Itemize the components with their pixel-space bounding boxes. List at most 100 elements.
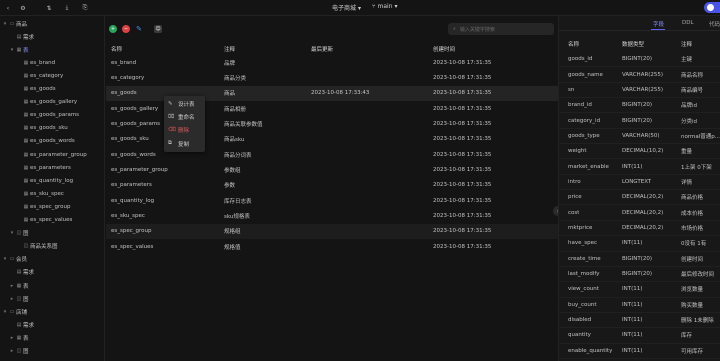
robot-icon[interactable]: ☺ [154, 25, 162, 33]
field-row[interactable]: brand_id BIGINT(20) 品牌id [559, 98, 720, 114]
doc-icon: ▤ [16, 321, 22, 328]
tree-item[interactable]: ▸ ▦ 表 [0, 331, 105, 344]
tab-code[interactable]: 代码 [709, 20, 720, 28]
tree-item[interactable]: ▾ ▭ 会员 [0, 253, 105, 266]
field-row[interactable]: goods_name VARCHAR(255) 商品名称 [559, 67, 720, 83]
tree-item[interactable]: ▸ ▦ 表 [0, 279, 105, 292]
tree-item[interactable]: ▦ es_goods [0, 83, 105, 96]
tree-item[interactable]: ▦ es_goods_words [0, 135, 105, 148]
field-row[interactable]: category_id BIGINT(20) 分类id [559, 113, 720, 129]
cell-comment: 商品sku [224, 137, 245, 144]
field-name: cost [568, 209, 580, 216]
column-header-comment[interactable]: 注释 [224, 42, 235, 55]
tree-item[interactable]: ▦ es_sku_spec [0, 187, 105, 200]
context-menu: ✎ 设计表 ⌧ 重命名 ⌫ 删除 ⧉ 复制 [164, 96, 205, 152]
search-input[interactable]: ⌕ 输入关键字搜索 [448, 23, 554, 35]
cell-name: es_parameter_group [111, 167, 168, 174]
field-name: enable_quantity [568, 347, 613, 354]
cell-name: es_goods_words [111, 151, 156, 158]
back-icon[interactable]: ‹ [3, 3, 13, 13]
table-row[interactable]: es_quantity_log 库存日志表 2023-10-08 17:31:35 [106, 193, 558, 208]
tree-item[interactable]: ▸ ◫ 图 [0, 292, 105, 305]
table-row[interactable]: es_brand 品牌 2023-10-08 17:31:35 [106, 55, 558, 70]
table-row[interactable]: es_category 商品分类 2023-10-08 17:31:35 [106, 70, 558, 85]
remove-icon[interactable]: − [122, 25, 130, 33]
field-panel: 字段 DDL 代码 名称 数据类型 注释 goods_id BIGINT(20) 主… [558, 16, 720, 361]
field-row[interactable]: quantity INT(11) 库存 [559, 328, 720, 344]
tree-item[interactable]: ▤ 需求 [0, 266, 105, 279]
menu-item-delete[interactable]: ⌫ 删除 [164, 123, 205, 136]
tree-item[interactable]: ▤ 需求 [0, 318, 105, 331]
field-row[interactable]: last_modify BIGINT(20) 最后修改时间 [559, 267, 720, 283]
menu-item-copy[interactable]: ⧉ 复制 [164, 137, 205, 150]
cell-comment: 品牌 [224, 60, 236, 67]
field-row[interactable]: weight DECIMAL(10,2) 重量 [559, 144, 720, 160]
tree-item[interactable]: ▦ es_quantity_log [0, 174, 105, 187]
tree-item[interactable]: ▦ es_brand [0, 56, 105, 69]
field-row[interactable]: sn VARCHAR(255) 商品编号 [559, 83, 720, 99]
column-header-updated[interactable]: 最后更新 [311, 42, 333, 55]
diagram-icon: ◫ [23, 243, 29, 250]
column-header-created[interactable]: 创建时间 [433, 42, 455, 55]
tree-item[interactable]: ▤ 需求 [0, 30, 105, 43]
tree-item[interactable]: ▦ es_spec_group [0, 200, 105, 213]
column-header-name[interactable]: 名称 [111, 42, 122, 55]
tree-item[interactable]: ▾ ▭ 商品 [0, 17, 105, 30]
tree-item[interactable]: ▦ es_parameters [0, 161, 105, 174]
project-selector[interactable]: 电子商城 ▾ [332, 3, 361, 12]
tree-item-label: 需求 [23, 322, 35, 329]
field-row[interactable]: create_time BIGINT(20) 创建时间 [559, 252, 720, 267]
table-row[interactable]: es_parameter_group 参数组 2023-10-08 17:31:35 [106, 162, 558, 177]
field-row[interactable]: enable_quantity INT(11) 可用库存 [559, 344, 720, 359]
add-icon[interactable]: + [109, 25, 117, 33]
table-row[interactable]: es_parameters 参数 2023-10-08 17:31:35 [106, 178, 558, 193]
table-row[interactable]: es_spec_values 规格值 2023-10-08 17:31:35 [106, 239, 558, 254]
theme-toggle[interactable] [704, 2, 720, 13]
branch-selector[interactable]: ⑂ main ▾ [372, 3, 397, 10]
field-row[interactable]: cost DECIMAL(20,2) 成本价格 [559, 206, 720, 221]
tree-item[interactable]: ▾ ▦ 表 [0, 43, 105, 56]
table-row[interactable]: es_sku_spec sku规格表 2023-10-08 17:31:35 [106, 209, 558, 224]
field-row[interactable]: view_count INT(11) 浏览数量 [559, 282, 720, 298]
tree-item-label: es_goods_words [30, 138, 75, 145]
field-name: intro [568, 178, 581, 185]
field-row[interactable]: buy_count INT(11) 购买数量 [559, 298, 720, 313]
field-type: DECIMAL(20,2) [622, 194, 664, 201]
field-row[interactable]: market_enable INT(11) 1上架 0下架 [559, 159, 720, 175]
download-icon[interactable]: ⤓ [62, 3, 72, 13]
field-comment: 1上架 0下架 [681, 164, 712, 171]
tree-item[interactable]: ▦ es_category [0, 69, 105, 82]
tree-item[interactable]: ▦ es_spec_values [0, 214, 105, 227]
tree-item[interactable]: ▾ ◫ 图 [0, 227, 105, 240]
cell-created: 2023-10-08 17:31:35 [433, 105, 492, 112]
sync-icon[interactable]: ⇅ [44, 3, 54, 13]
tree-item[interactable]: ▸ ◫ 图 [0, 345, 105, 358]
field-row[interactable]: goods_type VARCHAR(50) normal普通p... [559, 129, 720, 145]
export-icon[interactable]: ⎘ [80, 3, 90, 13]
tree-item[interactable]: ▾ ▭ 店铺 [0, 305, 105, 318]
field-name: have_spec [568, 240, 598, 247]
diagram-group-icon: ◫ [16, 230, 22, 237]
tree-item[interactable]: ◫ 商品关系图 [0, 240, 105, 253]
field-row[interactable]: mktprice DECIMAL(20,2) 市场价格 [559, 221, 720, 237]
table-group-icon: ▦ [16, 334, 22, 341]
edit-icon[interactable]: ✎ [135, 25, 143, 33]
table-row[interactable]: es_spec_group 规格组 2023-10-08 17:31:35 [106, 223, 558, 240]
field-row[interactable]: intro LONGTEXT 详情 [559, 175, 720, 191]
field-row[interactable]: have_spec INT(11) 0没有 1有 [559, 236, 720, 252]
menu-item-rename[interactable]: ⌧ 重命名 [164, 110, 205, 123]
tree-item-label: 需求 [23, 34, 35, 41]
field-comment: 创建时间 [681, 256, 704, 263]
field-row[interactable]: goods_id BIGINT(20) 主键 [559, 52, 720, 68]
tree-item[interactable]: ▦ es_goods_gallery [0, 96, 105, 109]
tree-item[interactable]: ▦ es_parameter_group [0, 148, 105, 161]
menu-item-design-table[interactable]: ✎ 设计表 [164, 97, 205, 110]
tree-item[interactable]: ▦ es_goods_params [0, 109, 105, 122]
field-row[interactable]: price DECIMAL(20,2) 商品价格 [559, 190, 720, 206]
settings-icon[interactable]: ⚙ [18, 3, 28, 13]
tab-ddl[interactable]: DDL [682, 20, 694, 26]
field-row[interactable]: disabled INT(11) 删除 1未删除 [559, 313, 720, 329]
table-icon: ▦ [23, 151, 29, 158]
tree-item[interactable]: ▦ es_goods_sku [0, 122, 105, 135]
tab-fields[interactable]: 字段 [653, 20, 664, 28]
